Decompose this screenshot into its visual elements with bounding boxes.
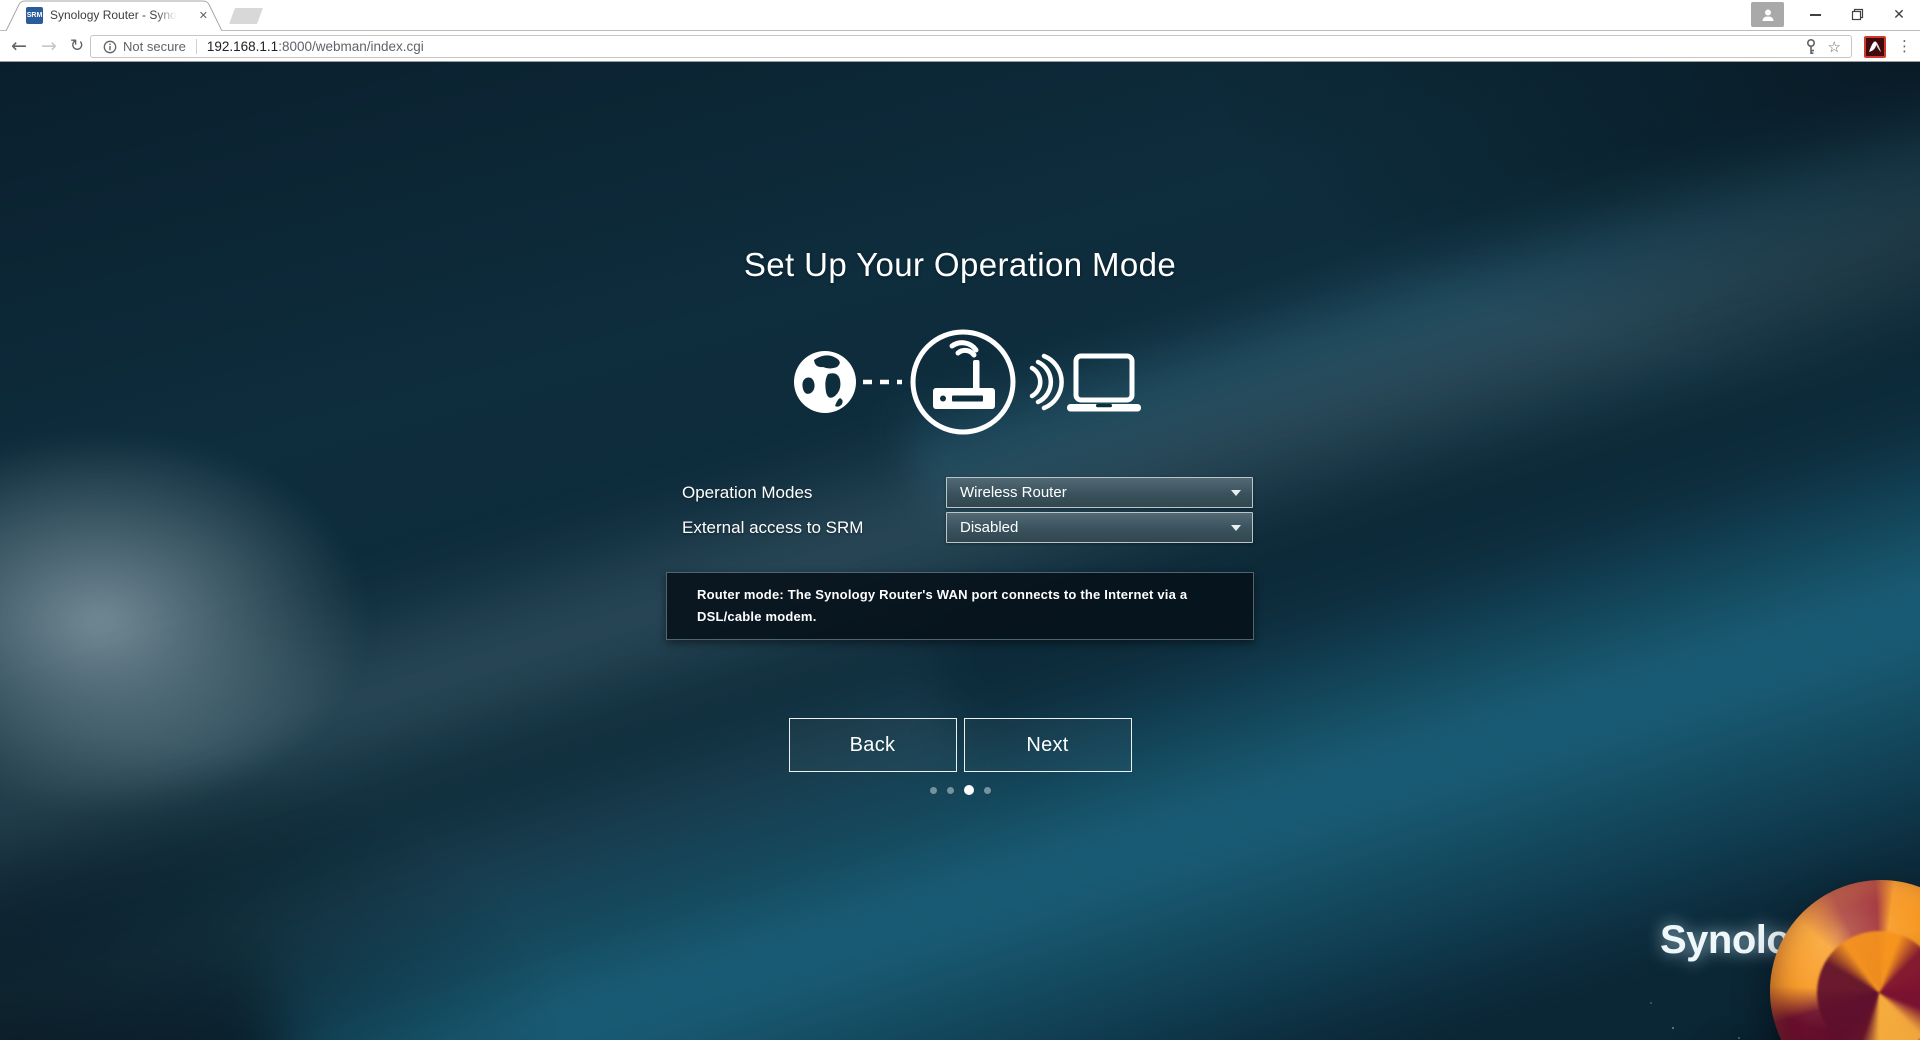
profile-avatar-button[interactable] — [1751, 2, 1784, 27]
form-row: External access to SRM Disabled — [666, 512, 1254, 543]
omnibox-right-icons: ☆ — [1804, 38, 1851, 56]
router-icon — [910, 329, 1016, 435]
page-title: Set Up Your Operation Mode — [743, 246, 1177, 283]
info-icon — [103, 40, 117, 53]
close-window-button[interactable]: ✕ — [1878, 0, 1920, 29]
setup-wizard-page: Set Up Your Operation Mode Operation Mod… — [0, 62, 1920, 1040]
key-icon[interactable] — [1804, 38, 1818, 56]
pagination-dot[interactable] — [963, 785, 974, 795]
wizard-buttons: Back Next — [666, 718, 1254, 772]
browser-tab[interactable]: SRM Synology Router - Synolo ✕ — [6, 0, 222, 31]
pagination-dot[interactable] — [983, 786, 991, 794]
window-controls: ✕ — [1751, 0, 1920, 29]
synology-swirl-logo — [1770, 880, 1920, 1040]
selected-value: Disabled — [960, 519, 1019, 536]
pagination-dot[interactable] — [929, 786, 937, 794]
restore-button[interactable] — [1836, 0, 1878, 29]
new-tab-button[interactable] — [229, 8, 263, 24]
operation-modes-label: Operation Modes — [682, 483, 813, 502]
form-row: Operation Modes Wireless Router — [666, 477, 1254, 508]
external-access-dropdown[interactable]: Disabled — [946, 512, 1253, 543]
pagination-dots — [666, 783, 1254, 797]
wizard-column: Set Up Your Operation Mode Operation Mod… — [666, 62, 1254, 1040]
minimize-icon — [1809, 13, 1821, 16]
minimize-button[interactable] — [1794, 0, 1836, 29]
reload-icon[interactable]: ↻ — [64, 32, 90, 61]
forward-icon: → — [41, 35, 57, 57]
address-bar[interactable]: Not secure 192.168.1.1:8000/webman/index… — [90, 35, 1852, 58]
next-button[interactable]: Next — [963, 718, 1132, 772]
restore-icon — [1851, 8, 1863, 21]
wifi-waves-icon — [1029, 353, 1064, 411]
mode-description-text: Router mode: The Synology Router's WAN p… — [697, 587, 1188, 624]
tab-title-fade — [156, 2, 182, 29]
srm-favicon-icon: SRM — [26, 7, 43, 24]
sparkle — [1650, 1002, 1652, 1004]
url-path: :8000/webman/index.cgi — [278, 39, 424, 54]
topology-illustration — [794, 329, 1141, 435]
sparkle — [1672, 1027, 1674, 1029]
back-icon[interactable]: ← — [6, 32, 32, 61]
tab-strip: SRM Synology Router - Synolo ✕ ✕ — [0, 0, 1920, 31]
url-text[interactable]: 192.168.1.1:8000/webman/index.cgi — [207, 39, 424, 54]
bg-glow — [0, 432, 370, 812]
adobe-extension-icon[interactable] — [1864, 36, 1886, 58]
back-button[interactable]: Back — [788, 718, 957, 772]
selected-value: Wireless Router — [960, 484, 1067, 501]
laptop-icon — [1067, 353, 1141, 412]
mode-description-box: Router mode: The Synology Router's WAN p… — [666, 572, 1254, 640]
dropdown-arrow-icon — [1231, 490, 1241, 496]
globe-icon — [794, 351, 856, 413]
operation-modes-dropdown[interactable]: Wireless Router — [946, 477, 1253, 508]
dropdown-arrow-icon — [1231, 525, 1241, 531]
security-chip[interactable]: Not secure — [91, 39, 196, 54]
bookmark-star-icon[interactable]: ☆ — [1828, 38, 1841, 56]
person-icon — [1762, 9, 1773, 21]
browser-chrome: SRM Synology Router - Synolo ✕ ✕ ← → ↻ N… — [0, 0, 1920, 62]
chip-divider — [195, 39, 197, 54]
acrobat-glyph-icon — [1869, 41, 1881, 52]
url-host: 192.168.1.1 — [206, 39, 279, 54]
pagination-dot[interactable] — [946, 786, 954, 794]
external-access-label: External access to SRM — [682, 518, 864, 537]
browser-toolbar: ← → ↻ Not secure 192.168.1.1:8000/webman… — [0, 32, 1920, 62]
tab-close-icon[interactable]: ✕ — [199, 0, 208, 31]
browser-menu-icon[interactable]: ⋮ — [1897, 32, 1912, 61]
not-secure-label: Not secure — [123, 39, 186, 54]
